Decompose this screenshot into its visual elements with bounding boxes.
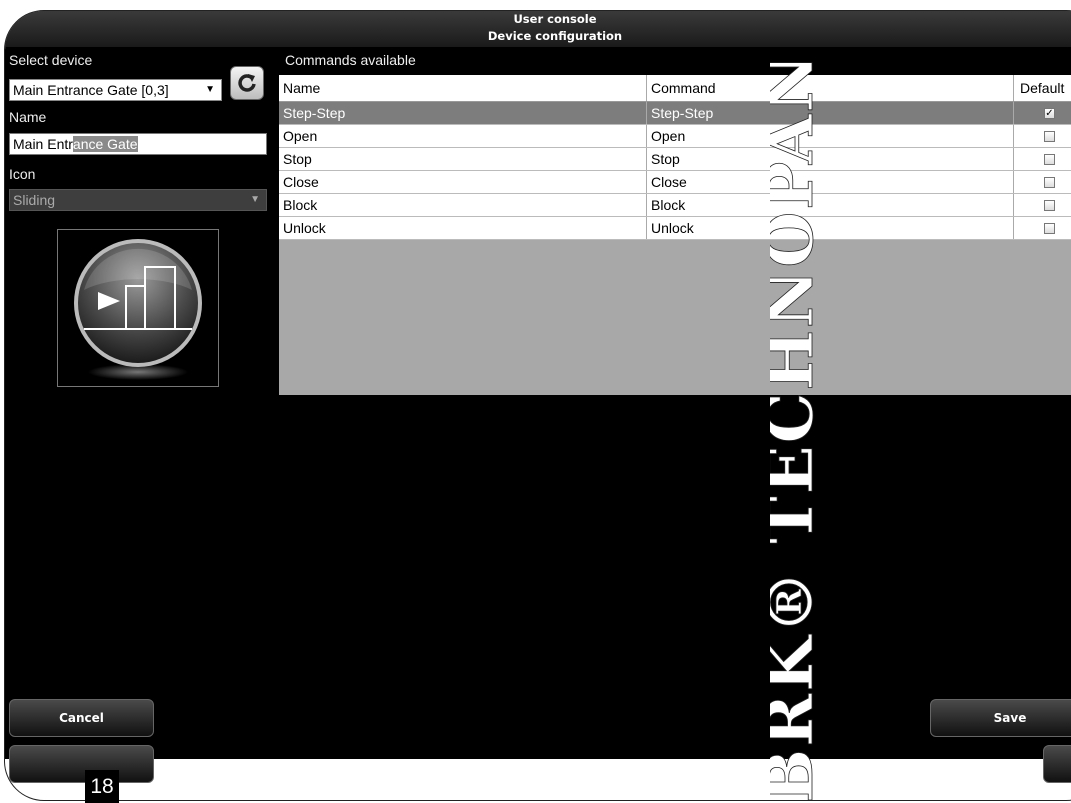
row-command: Unlock — [646, 217, 1013, 239]
console-screen: User console Device configuration Select… — [5, 11, 1071, 783]
icon-label: Icon — [9, 166, 36, 182]
save-button[interactable]: Save — [930, 699, 1071, 737]
row-default — [1013, 171, 1071, 193]
row-default: ✓ — [1013, 102, 1071, 124]
row-command: Close — [646, 171, 1013, 193]
row-default — [1013, 148, 1071, 170]
row-command: Open — [646, 125, 1013, 147]
select-device-label: Select device — [9, 52, 93, 68]
default-checkbox[interactable] — [1044, 177, 1055, 188]
row-default — [1013, 217, 1071, 239]
header-default[interactable]: Default — [1013, 75, 1071, 101]
icon-select[interactable]: Sliding ▼ — [9, 189, 267, 211]
secondary-right-button[interactable] — [1043, 745, 1071, 783]
device-select-value: Main Entrance Gate [0,3] — [13, 82, 169, 98]
chevron-down-icon: ▼ — [205, 84, 215, 95]
default-checkbox[interactable] — [1044, 200, 1055, 211]
sliding-gate-icon — [74, 239, 202, 380]
row-name: Stop — [283, 151, 312, 167]
icon-preview — [57, 229, 219, 387]
refresh-icon — [238, 74, 256, 92]
page-number: 18 — [85, 770, 119, 803]
name-field-selection: ance Gate — [72, 136, 138, 152]
header-command[interactable]: Command — [646, 75, 1013, 101]
row-default — [1013, 125, 1071, 147]
row-name: Unlock — [283, 220, 326, 236]
row-default — [1013, 194, 1071, 216]
cancel-button[interactable]: Cancel — [9, 699, 154, 737]
table-empty-area — [279, 240, 1071, 395]
table-row[interactable]: Stop Stop — [279, 148, 1071, 171]
title-bar: User console Device configuration — [5, 11, 1071, 47]
table-row[interactable]: Open Open — [279, 125, 1071, 148]
row-command: Stop — [646, 148, 1013, 170]
table-header: Name Command Default — [279, 75, 1071, 102]
device-frame: User console Device configuration Select… — [4, 10, 1071, 801]
row-command: Block — [646, 194, 1013, 216]
commands-label: Commands available — [285, 52, 416, 68]
default-checkbox[interactable] — [1044, 223, 1055, 234]
row-name: Step-Step — [283, 105, 346, 121]
table-row[interactable]: Step-Step Step-Step ✓ — [279, 102, 1071, 125]
refresh-button[interactable] — [230, 66, 264, 100]
table-row[interactable]: Block Block — [279, 194, 1071, 217]
table-row[interactable]: Close Close — [279, 171, 1071, 194]
commands-table: Name Command Default Step-Step Step-Step… — [279, 75, 1071, 395]
table-row[interactable]: Unlock Unlock — [279, 217, 1071, 240]
default-checkbox[interactable] — [1044, 154, 1055, 165]
header-name[interactable]: Name — [279, 75, 646, 101]
row-name: Block — [283, 197, 318, 213]
default-checkbox[interactable] — [1044, 131, 1055, 142]
name-field[interactable]: Main Entrance Gate — [9, 133, 267, 155]
row-command: Step-Step — [646, 102, 1013, 124]
icon-select-value: Sliding — [13, 192, 56, 208]
secondary-button[interactable] — [9, 745, 154, 783]
chevron-down-icon: ▼ — [250, 194, 260, 205]
default-checkbox[interactable]: ✓ — [1044, 108, 1055, 119]
title-line-1: User console — [513, 12, 597, 26]
row-name: Close — [283, 174, 319, 190]
device-select[interactable]: Main Entrance Gate [0,3] ▼ — [9, 79, 222, 101]
name-field-text: Main Entr — [13, 136, 73, 152]
row-name: Open — [283, 128, 318, 144]
name-label: Name — [9, 109, 47, 125]
title-line-2: Device configuration — [487, 29, 623, 43]
